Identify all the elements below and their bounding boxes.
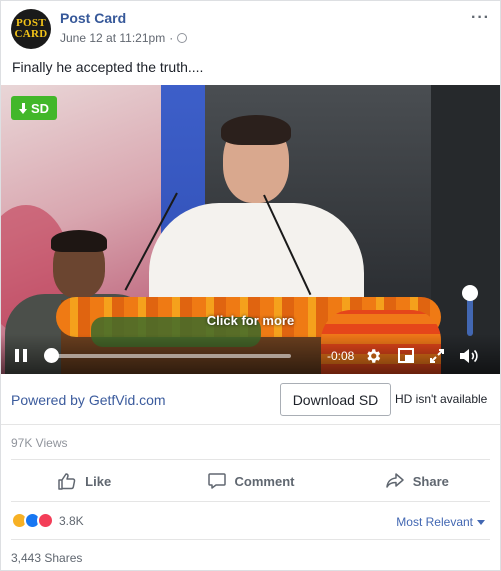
hd-unavailable-text: HD isn't available [395,392,488,406]
divider [11,459,490,460]
comment-sort-dropdown[interactable]: Most Relevant [396,515,485,529]
settings-gear-icon[interactable] [364,347,382,365]
powered-by-link[interactable]: Powered by GetfVid.com [11,392,166,408]
comment-bubble-icon [207,473,226,489]
like-button[interactable]: Like [1,463,167,499]
volume-icon[interactable] [459,348,481,364]
video-controls: -0:08 [1,334,500,374]
post-timestamp[interactable]: June 12 at 11:21pm [60,31,165,45]
page-avatar[interactable]: POST CARD [11,9,51,49]
divider [11,501,490,502]
thumbs-up-icon [58,473,76,490]
globe-icon[interactable] [177,33,188,43]
share-arrow-icon [386,473,404,488]
download-sd-button[interactable]: Download SD [280,383,391,416]
post-actions: Like Comment Share [1,463,500,499]
download-arrow-icon [19,102,27,114]
reaction-count: 3.8K [59,513,84,528]
post-caption: Finally he accepted the truth.... [12,59,204,75]
progress-bar[interactable] [45,354,291,358]
sd-download-badge[interactable]: SD [11,96,58,120]
meta-separator: · [169,31,174,45]
getfvid-bar: Powered by GetfVid.com Download SD HD is… [1,374,500,425]
progress-knob[interactable] [43,348,59,363]
reactions-summary[interactable]: 3.8K [11,512,84,529]
volume-slider-knob[interactable] [462,285,478,301]
like-label: Like [85,473,112,489]
video-frame-backdrop-dark [431,85,500,374]
more-options-button[interactable]: ··· [471,9,490,27]
share-label: Share [412,473,449,489]
view-count: 97K Views [11,436,68,450]
time-remaining: -0:08 [327,349,355,363]
comment-label: Comment [234,473,295,489]
fullscreen-icon[interactable] [429,348,445,364]
divider [11,539,490,540]
video-player[interactable]: SD Click for more -0:08 [1,85,500,374]
post-meta: June 12 at 11:21pm · [60,31,188,45]
love-reaction-icon [37,512,54,529]
picture-in-picture-icon[interactable] [398,348,414,363]
sort-label: Most Relevant [396,515,473,529]
share-button[interactable]: Share [334,463,500,499]
post-header: POST CARD Post Card June 12 at 11:21pm ·… [11,9,490,49]
pause-icon[interactable] [15,349,27,362]
caret-down-icon [477,519,485,525]
sd-badge-label: SD [31,100,50,116]
page-name-link[interactable]: Post Card [60,10,126,26]
share-count[interactable]: 3,443 Shares [11,551,82,565]
logo-text-line-2: CARD [14,28,48,40]
comment-button[interactable]: Comment [167,463,333,499]
video-post: POST CARD Post Card June 12 at 11:21pm ·… [0,0,501,571]
click-for-more-link[interactable]: Click for more [1,313,500,328]
